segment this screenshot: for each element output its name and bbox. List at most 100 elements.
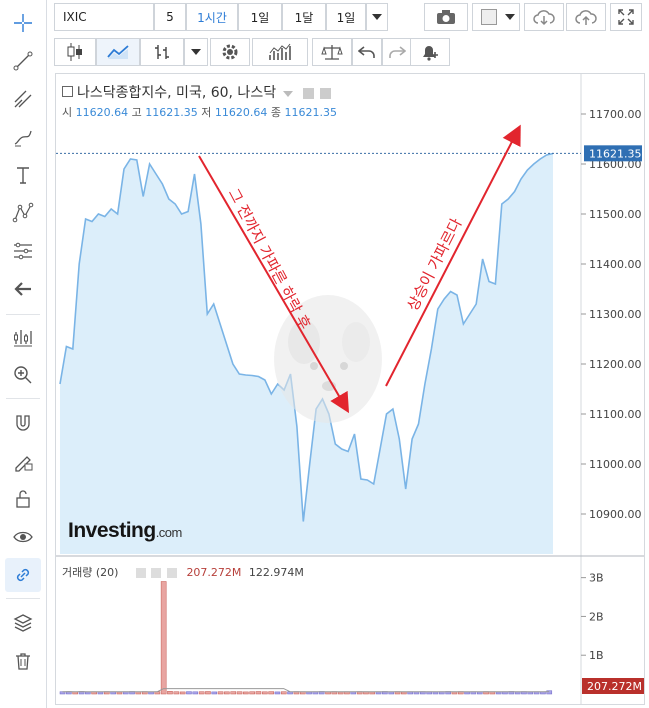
volume-legend: 거래량 (20) 207.272M 122.974M (62, 564, 304, 580)
volume-bar (249, 691, 255, 695)
interval-num-button[interactable]: 5 (154, 3, 186, 31)
volume-bar (148, 691, 154, 695)
volume-bar (211, 691, 218, 695)
visibility-icon[interactable] (135, 568, 146, 578)
crosshair-icon[interactable] (5, 6, 41, 40)
volume-bar (160, 581, 167, 695)
indicators-icon (269, 43, 291, 60)
symbol-input[interactable]: IXIC (54, 3, 154, 31)
scale-icon (321, 45, 343, 60)
candle-type-button[interactable] (54, 38, 96, 66)
price-chart[interactable]: 11700.0011600.0011500.0011400.0011300.00… (56, 74, 645, 705)
volume-bar (217, 691, 224, 695)
parallel-channel-icon[interactable] (5, 82, 41, 116)
volume-bar (167, 691, 173, 695)
chart-type-dropdown[interactable] (184, 38, 208, 66)
price-tick-label: 11300.00 (589, 308, 642, 321)
settings-icon[interactable] (151, 568, 162, 578)
range-dropdown[interactable] (366, 3, 388, 31)
area-type-button[interactable] (96, 38, 140, 66)
volume-tick-label: 1B (589, 649, 604, 662)
open-label: 시 (62, 106, 73, 119)
volume-tick-label: 2B (589, 610, 604, 623)
volume-current-label: 207.272M (587, 680, 642, 693)
gear-icon (222, 44, 238, 60)
indicators-button[interactable] (252, 38, 308, 66)
collapse-icon[interactable] (62, 85, 73, 97)
undo-button[interactable] (352, 38, 382, 66)
undo-icon (358, 46, 375, 58)
current-price-label: 11621.35 (589, 147, 642, 160)
eye-icon[interactable] (5, 520, 41, 554)
price-tick-label: 11700.00 (589, 108, 642, 121)
volume-bar (337, 691, 344, 695)
symbol-text: IXIC (63, 10, 87, 24)
volume-bar (306, 691, 312, 695)
cloud-download-icon (533, 10, 555, 26)
alert-button[interactable] (410, 38, 450, 66)
chart-title: 나스닥종합지수, 미국, 60, 나스닥 (77, 85, 277, 101)
screenshot-button[interactable] (424, 3, 468, 31)
close-icon[interactable] (166, 568, 177, 578)
volume-bar (401, 691, 407, 695)
visibility-icon[interactable] (302, 87, 314, 99)
zoom-in-icon[interactable] (5, 358, 41, 392)
cloud-download-button[interactable] (524, 3, 564, 31)
fib-icon[interactable] (5, 234, 41, 268)
pattern-icon[interactable] (5, 196, 41, 230)
volume-bar (224, 691, 230, 695)
volume-axis: 3B 2B 1B 207.272M (581, 572, 644, 694)
price-tick-label: 11000.00 (589, 458, 642, 471)
volume-bar (280, 691, 287, 695)
ohlc-readout: 시 11620.64 고 11621.35 저 11620.64 종 11621… (62, 104, 337, 120)
interval-1h-button[interactable]: 1시간 (186, 3, 238, 31)
chart-legend: 나스닥종합지수, 미국, 60, 나스닥 (62, 82, 332, 102)
candlestick-icon (67, 43, 82, 61)
volume-bar (255, 691, 262, 695)
text-tool-icon[interactable] (5, 158, 41, 192)
brush-icon[interactable] (5, 120, 41, 154)
unlock-icon[interactable] (5, 482, 41, 516)
chevron-down-icon[interactable] (282, 91, 293, 97)
price-tick-label: 11100.00 (589, 408, 642, 421)
color-picker-button[interactable] (472, 3, 520, 31)
high-label: 고 (131, 106, 142, 119)
compare-button[interactable] (312, 38, 352, 66)
settings-button[interactable] (210, 38, 250, 66)
settings-icon[interactable] (320, 87, 332, 99)
volume-bar (236, 691, 243, 695)
volume-bar (432, 691, 439, 695)
volume-bar (243, 691, 249, 695)
volume-tick-label: 3B (589, 572, 604, 585)
volume-bar (262, 691, 268, 695)
cloud-upload-icon (575, 10, 597, 25)
chart-container[interactable]: 11700.00 11600.00 11500.00 11400.00 11300.00… (55, 73, 645, 705)
layers-icon[interactable] (5, 606, 41, 640)
trend-line-icon[interactable] (5, 44, 41, 78)
volume-ma-line (62, 688, 550, 693)
range-1m-button[interactable]: 1달 (282, 3, 326, 31)
fullscreen-button[interactable] (610, 3, 642, 31)
volume-value: 207.272M (186, 566, 242, 579)
volume-bar (274, 691, 281, 695)
chart-toolbar (54, 38, 644, 68)
bar-type-button[interactable] (140, 38, 184, 66)
magnet-icon[interactable] (5, 406, 41, 440)
bell-plus-icon (423, 46, 438, 61)
price-axis: 11700.0011600.0011500.0011400.0011300.00… (581, 108, 642, 521)
back-arrow-icon[interactable] (5, 272, 41, 306)
volume-bar (179, 691, 186, 695)
drawing-toolbar (0, 0, 47, 708)
lock-drawing-icon[interactable] (5, 444, 41, 478)
link-icon[interactable] (5, 558, 41, 592)
volume-series (59, 581, 553, 695)
trash-icon[interactable] (5, 644, 41, 678)
volume-bar (186, 691, 192, 695)
range-1d-second-button[interactable]: 1일 (326, 3, 366, 31)
price-tick-label: 10900.00 (589, 508, 642, 521)
color-swatch (481, 9, 497, 25)
range-1d-button[interactable]: 1일 (238, 3, 282, 31)
cloud-upload-button[interactable] (566, 3, 606, 31)
measure-icon[interactable] (5, 320, 41, 354)
redo-button[interactable] (382, 38, 412, 66)
